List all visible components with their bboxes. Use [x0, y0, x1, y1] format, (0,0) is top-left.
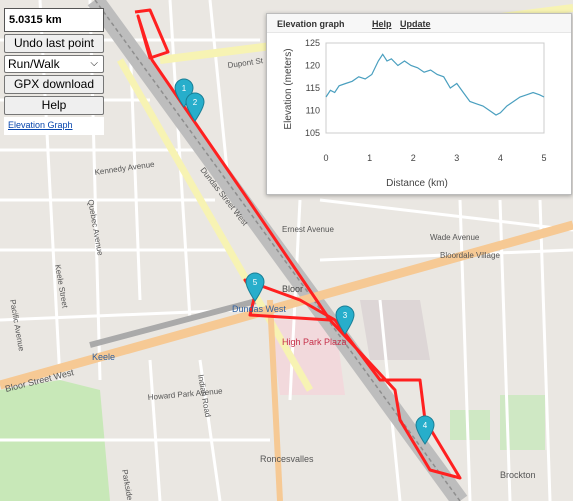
elevation-help-link[interactable]: Help [372, 19, 392, 29]
elevation-chart: 105 110 115 120 125 0 1 2 3 4 5 Distance (km) Ele… [283, 38, 547, 189]
route-marker-3[interactable]: 3 [334, 305, 356, 335]
x-tick-label: 5 [541, 153, 546, 163]
y-tick-label: 105 [305, 128, 320, 138]
y-tick-label: 115 [306, 83, 320, 93]
route-control-panel: 5.0315 km Undo last point Run/Walk ⌵ GPX… [4, 8, 104, 135]
map-label: Ernest Avenue [282, 225, 334, 234]
elevation-panel-header: Elevation graph Help Update [267, 14, 571, 33]
x-axis-label: Distance (km) [386, 178, 448, 189]
elevation-series-line [325, 53, 545, 116]
map-label: Bloordale Village [440, 251, 500, 260]
chevron-down-icon: ⌵ [90, 58, 98, 69]
elevation-update-link[interactable]: Update [400, 19, 431, 29]
x-tick-label: 2 [411, 153, 416, 163]
map-label: Dundas West [232, 304, 286, 314]
map-label: Roncesvalles [260, 454, 314, 464]
distance-readout: 5.0315 km [4, 8, 104, 32]
gpx-download-button[interactable]: GPX download [4, 75, 104, 94]
map-label: Brockton [500, 470, 536, 480]
route-marker-4[interactable]: 4 [414, 415, 436, 445]
y-tick-label: 120 [305, 61, 320, 71]
activity-select-value: Run/Walk [8, 57, 60, 71]
svg-text:3: 3 [343, 311, 348, 320]
y-tick-label: 110 [306, 106, 320, 116]
elevation-panel: Elevation graph Help Update 105 110 115 120… [266, 13, 572, 195]
y-tick-label: 125 [305, 38, 320, 48]
map-label: Keele [92, 352, 115, 362]
svg-text:4: 4 [423, 421, 428, 430]
map-label: Bloor [282, 284, 303, 294]
y-axis-label: Elevation (meters) [283, 48, 294, 129]
x-tick-label: 0 [323, 153, 328, 163]
svg-text:5: 5 [253, 278, 258, 287]
route-marker-2[interactable]: 2 [184, 92, 206, 122]
elevation-link-box: Elevation Graph [4, 117, 104, 135]
map-label: Wade Avenue [430, 233, 480, 242]
activity-select[interactable]: Run/Walk ⌵ [4, 55, 104, 73]
elevation-graph-link[interactable]: Elevation Graph [8, 120, 73, 130]
svg-text:2: 2 [193, 98, 198, 107]
map-label: High Park Plaza [282, 337, 347, 347]
elevation-panel-title: Elevation graph [277, 19, 345, 29]
route-marker-5[interactable]: 5 [244, 272, 266, 302]
help-button[interactable]: Help [4, 96, 104, 115]
undo-button[interactable]: Undo last point [4, 34, 104, 53]
x-tick-label: 3 [454, 153, 459, 163]
plot-area [325, 42, 545, 134]
x-tick-label: 1 [367, 153, 372, 163]
x-tick-label: 4 [498, 153, 503, 163]
